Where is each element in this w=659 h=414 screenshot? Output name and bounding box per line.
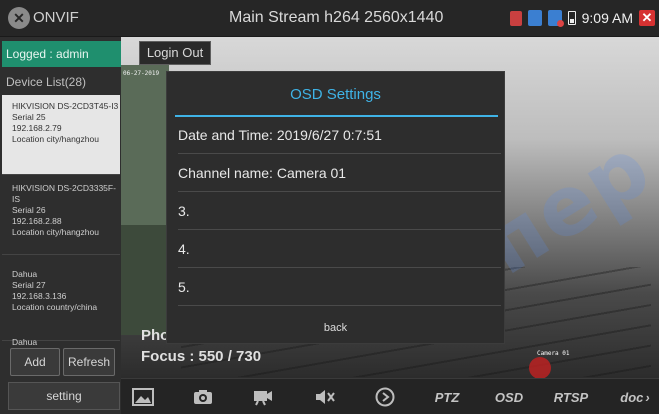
back-button[interactable]: back: [167, 311, 504, 345]
osd-row-datetime[interactable]: Date and Time: 2019/6/27 0:7:51: [178, 116, 501, 154]
doc-button[interactable]: doc ›: [615, 379, 655, 414]
osd-row-5[interactable]: 5.: [178, 268, 501, 306]
camera-osd-label: Camera 01: [537, 350, 570, 357]
login-out-button[interactable]: Login Out: [139, 41, 211, 65]
sidebar: Logged : admin Device List(28) HIKVISION…: [0, 37, 122, 414]
device-location: Location city/hangzhou: [12, 227, 99, 237]
osd-button[interactable]: OSD: [489, 379, 529, 414]
play-icon[interactable]: [367, 379, 403, 414]
clock: 9:09 AM: [581, 10, 633, 26]
video-timestamp: 06-27-2019: [123, 70, 160, 77]
gallery-icon[interactable]: [125, 379, 161, 414]
device-ip: 192.168.2.88: [12, 216, 62, 226]
bottom-toolbar: PTZ OSD RTSP doc ›: [121, 378, 659, 414]
battery-icon: [567, 11, 576, 25]
device-ip: 192.168.2.79: [12, 123, 62, 133]
onvif-logo-icon[interactable]: ✕: [8, 7, 30, 29]
download-icon: [527, 10, 542, 26]
osd-row-channel-name[interactable]: Channel name: Camera 01: [178, 154, 501, 192]
device-serial: Serial 26: [12, 205, 46, 215]
close-icon[interactable]: ✕: [639, 10, 655, 26]
mute-icon[interactable]: [307, 379, 343, 414]
add-button[interactable]: Add: [10, 348, 60, 376]
device-serial: Serial 27: [12, 280, 46, 290]
ptz-button[interactable]: PTZ: [427, 379, 467, 414]
doc-label: doc: [620, 389, 644, 405]
device-name: HIKVISION DS-2CD3335F-IS: [12, 183, 116, 204]
rtsp-button[interactable]: RTSP: [549, 379, 593, 414]
device-serial: Serial 25: [12, 112, 46, 122]
stream-title: Main Stream h264 2560x1440: [229, 9, 444, 26]
device-name: Dahua: [12, 269, 38, 279]
setting-button[interactable]: setting: [8, 382, 120, 410]
camera-icon[interactable]: [185, 379, 221, 414]
app-title: ONVIF: [33, 9, 79, 26]
chevron-right-icon: ›: [645, 389, 650, 405]
device-ip: 192.168.3.136: [12, 291, 67, 301]
osd-row-4[interactable]: 4.: [178, 230, 501, 268]
device-item[interactable]: Dahua: [2, 335, 120, 347]
device-item[interactable]: HIKVISION DS-2CD3T45-I3 Serial 25 192.16…: [2, 95, 120, 175]
video-thumbnail: [121, 225, 169, 335]
top-bar: ✕ ONVIF Main Stream h264 2560x1440 9:09 …: [0, 0, 659, 37]
device-item[interactable]: Dahua Serial 27 192.168.3.136 Location c…: [2, 263, 120, 341]
device-item[interactable]: HIKVISION DS-2CD3335F-IS Serial 26 192.1…: [2, 177, 120, 255]
sd-card-icon: [509, 10, 522, 26]
usb-icon: [547, 10, 564, 27]
camera-object: [529, 357, 551, 378]
device-location: Location city/hangzhou: [12, 134, 99, 144]
osd-row-3[interactable]: 3.: [178, 192, 501, 230]
refresh-button[interactable]: Refresh: [63, 348, 115, 376]
device-name: Dahua: [12, 337, 38, 347]
osd-settings-dialog: OSD Settings Date and Time: 2019/6/27 0:…: [166, 71, 505, 344]
video-thumbnail: [121, 65, 169, 225]
device-location: Location country/china: [12, 302, 98, 312]
dialog-title: OSD Settings: [290, 86, 381, 103]
logged-status: Logged : admin: [2, 41, 122, 67]
status-icons: 9:09 AM ✕: [509, 7, 655, 29]
record-icon[interactable]: [245, 379, 281, 414]
device-name: HIKVISION DS-2CD3T45-I3: [12, 101, 119, 111]
device-list-title: Device List(28): [6, 75, 87, 89]
focus-readout: Focus : 550 / 730: [141, 348, 262, 365]
